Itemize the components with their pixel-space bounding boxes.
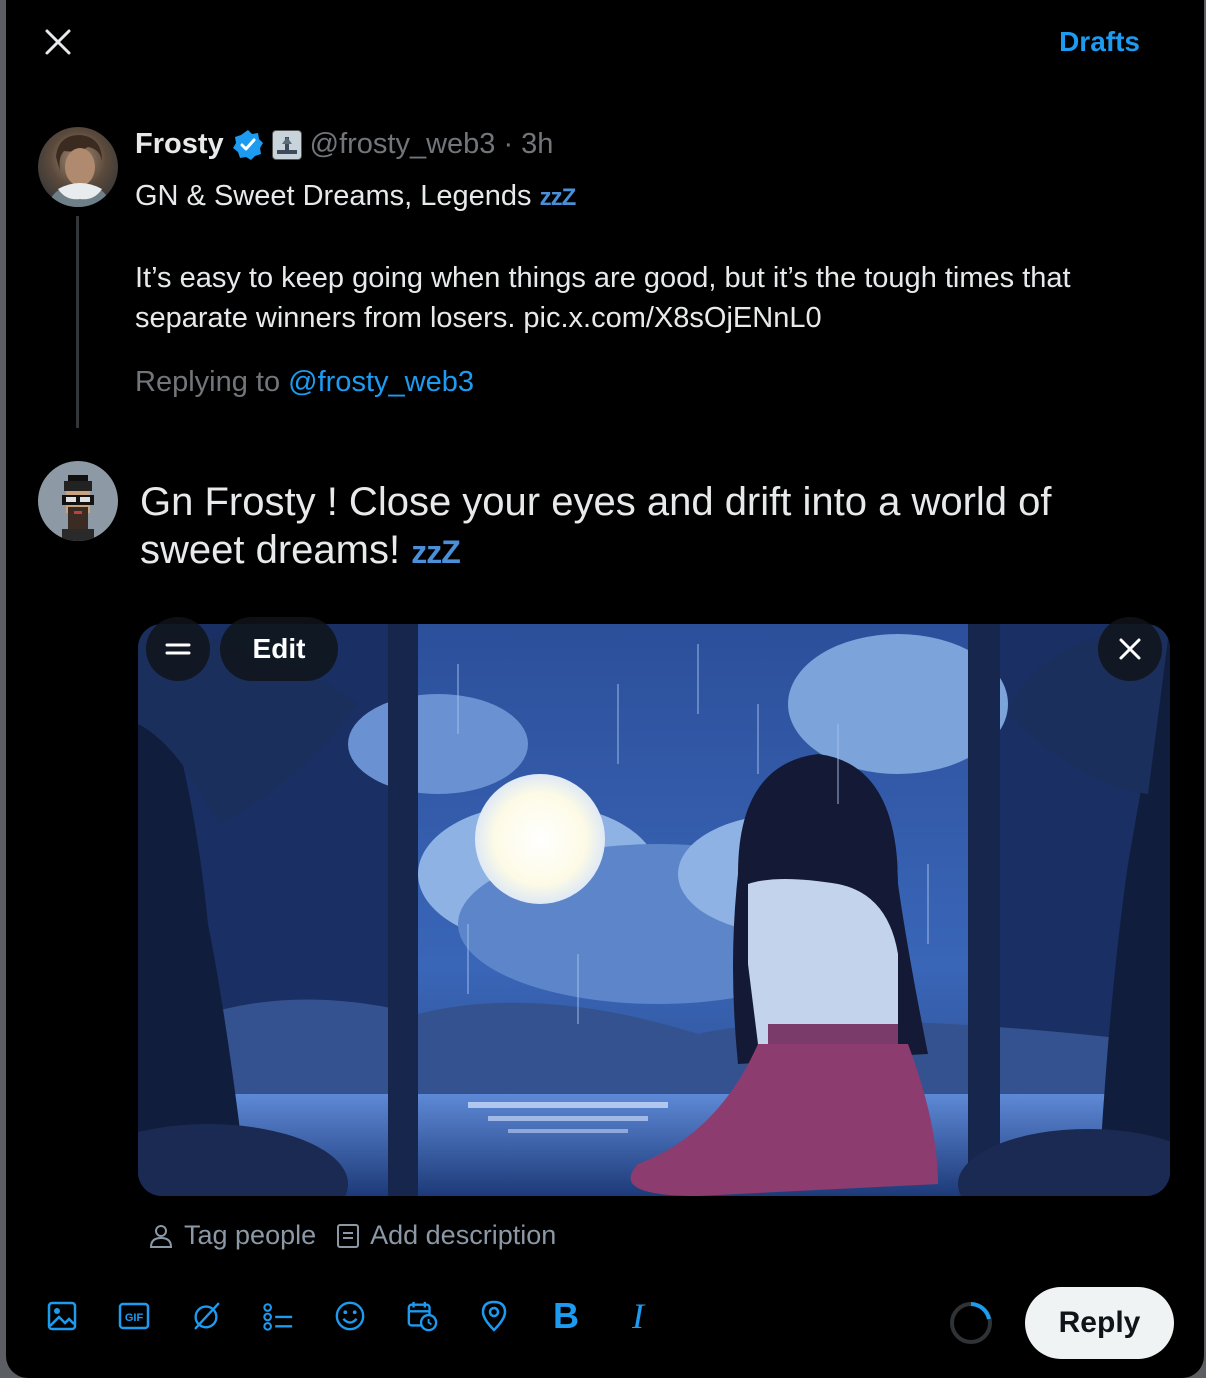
author-handle[interactable]: @frosty_web3 xyxy=(310,128,496,161)
avatar[interactable] xyxy=(38,461,118,541)
replying-prefix: Replying to xyxy=(135,366,281,398)
zzz-emoji: zzZ xyxy=(539,184,577,211)
remove-media-button[interactable] xyxy=(1098,617,1162,681)
thread-line xyxy=(76,216,79,428)
compose-toolbar: GIF B I xyxy=(46,1295,654,1336)
replying-to: Replying to @frosty_web3 xyxy=(135,366,474,399)
image-icon[interactable] xyxy=(46,1300,78,1332)
emoji-icon[interactable] xyxy=(334,1300,366,1332)
tweet-body: It’s easy to keep going when things are … xyxy=(135,262,1071,334)
replying-mention[interactable]: @frosty_web3 xyxy=(288,366,474,398)
character-count-ring xyxy=(950,1302,992,1344)
add-description-label: Add description xyxy=(370,1220,557,1250)
location-icon[interactable] xyxy=(478,1300,510,1332)
tag-people-label: Tag people xyxy=(184,1220,317,1250)
add-description-button[interactable]: Add description xyxy=(336,1220,556,1251)
compose-textarea[interactable]: Gn Frosty ! Close your eyes and drift in… xyxy=(140,478,1140,576)
bold-icon[interactable]: B xyxy=(550,1295,582,1336)
description-icon xyxy=(337,1223,360,1248)
avatar[interactable] xyxy=(38,127,118,207)
tweet-line-1: GN & Sweet Dreams, Legends xyxy=(135,180,532,212)
menu-icon xyxy=(165,643,191,655)
separator-dot: · xyxy=(503,128,514,160)
tweet-text: GN & Sweet Dreams, Legends zzZ It’s easy… xyxy=(135,176,1155,338)
drafts-button[interactable]: Drafts xyxy=(1059,26,1140,58)
attached-image[interactable] xyxy=(138,624,1170,1196)
person-icon xyxy=(149,1224,173,1248)
grok-icon[interactable] xyxy=(190,1300,222,1332)
tag-people-button[interactable]: Tag people xyxy=(148,1220,316,1251)
reply-button[interactable]: Reply xyxy=(1025,1287,1174,1359)
media-actions: Tag people Add description xyxy=(148,1220,556,1251)
zzz-emoji: zzZ xyxy=(411,534,461,570)
tweet-header: Frosty @frosty_web3 · 3h xyxy=(135,128,553,161)
edit-media-button[interactable]: Edit xyxy=(220,617,338,681)
svg-text:GIF: GIF xyxy=(125,1312,144,1324)
author-name[interactable]: Frosty xyxy=(135,128,224,161)
reorder-button[interactable] xyxy=(146,617,210,681)
reply-modal: Drafts Frosty @frosty_web3 · 3h GN & Swe… xyxy=(6,0,1204,1378)
compose-text: Gn Frosty ! Close your eyes and drift in… xyxy=(140,480,1052,572)
tweet-time[interactable]: 3h xyxy=(521,128,553,161)
italic-icon[interactable]: I xyxy=(622,1296,654,1336)
poll-icon[interactable] xyxy=(262,1300,294,1332)
verified-badge-icon xyxy=(232,129,263,160)
schedule-icon[interactable] xyxy=(406,1300,438,1332)
close-icon xyxy=(1119,638,1141,660)
close-button[interactable] xyxy=(38,22,78,62)
affiliate-badge-icon[interactable] xyxy=(271,129,302,160)
close-icon xyxy=(45,29,71,55)
gif-icon[interactable]: GIF xyxy=(118,1300,150,1332)
